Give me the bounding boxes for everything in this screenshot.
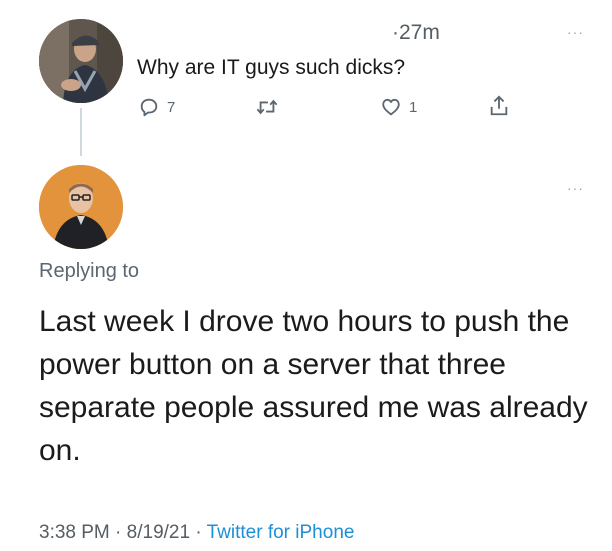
more-options-icon[interactable]: ···	[567, 24, 584, 40]
tweet-time[interactable]: 3:38 PM	[39, 522, 110, 543]
avatar-photo-icon	[39, 165, 123, 249]
like-count: 1	[409, 98, 418, 116]
retweet-icon	[256, 99, 278, 115]
tweet-source-link[interactable]: Twitter for iPhone	[207, 522, 355, 543]
original-tweet-text: Why are IT guys such dicks?	[137, 56, 406, 79]
reply-tweet-text: Last week I drove two hours to push the …	[39, 305, 588, 467]
reply-author-avatar[interactable]	[39, 165, 123, 249]
tweet-date[interactable]: 8/19/21	[127, 522, 190, 543]
reply-count: 7	[167, 98, 176, 116]
avatar-photo-icon	[39, 19, 123, 103]
replying-to-label: Replying to	[39, 260, 140, 282]
share-icon	[490, 95, 508, 116]
share-button[interactable]	[488, 94, 510, 118]
more-options-icon[interactable]: ···	[567, 180, 584, 196]
reply-icon	[140, 98, 158, 117]
retweet-button[interactable]	[255, 96, 279, 118]
reply-button[interactable]: 7	[138, 96, 175, 118]
meta-separator: ·	[109, 522, 127, 543]
thread-connector-line	[80, 108, 82, 156]
original-author-avatar[interactable]	[39, 19, 123, 103]
meta-separator: ·	[190, 522, 207, 543]
original-tweet-timestamp[interactable]: ·27m	[392, 21, 440, 45]
like-button[interactable]: 1	[380, 96, 417, 118]
like-icon	[382, 98, 400, 116]
tweet-meta-footer: 3:38 PM · 8/19/21 · Twitter for iPhone	[39, 522, 354, 544]
